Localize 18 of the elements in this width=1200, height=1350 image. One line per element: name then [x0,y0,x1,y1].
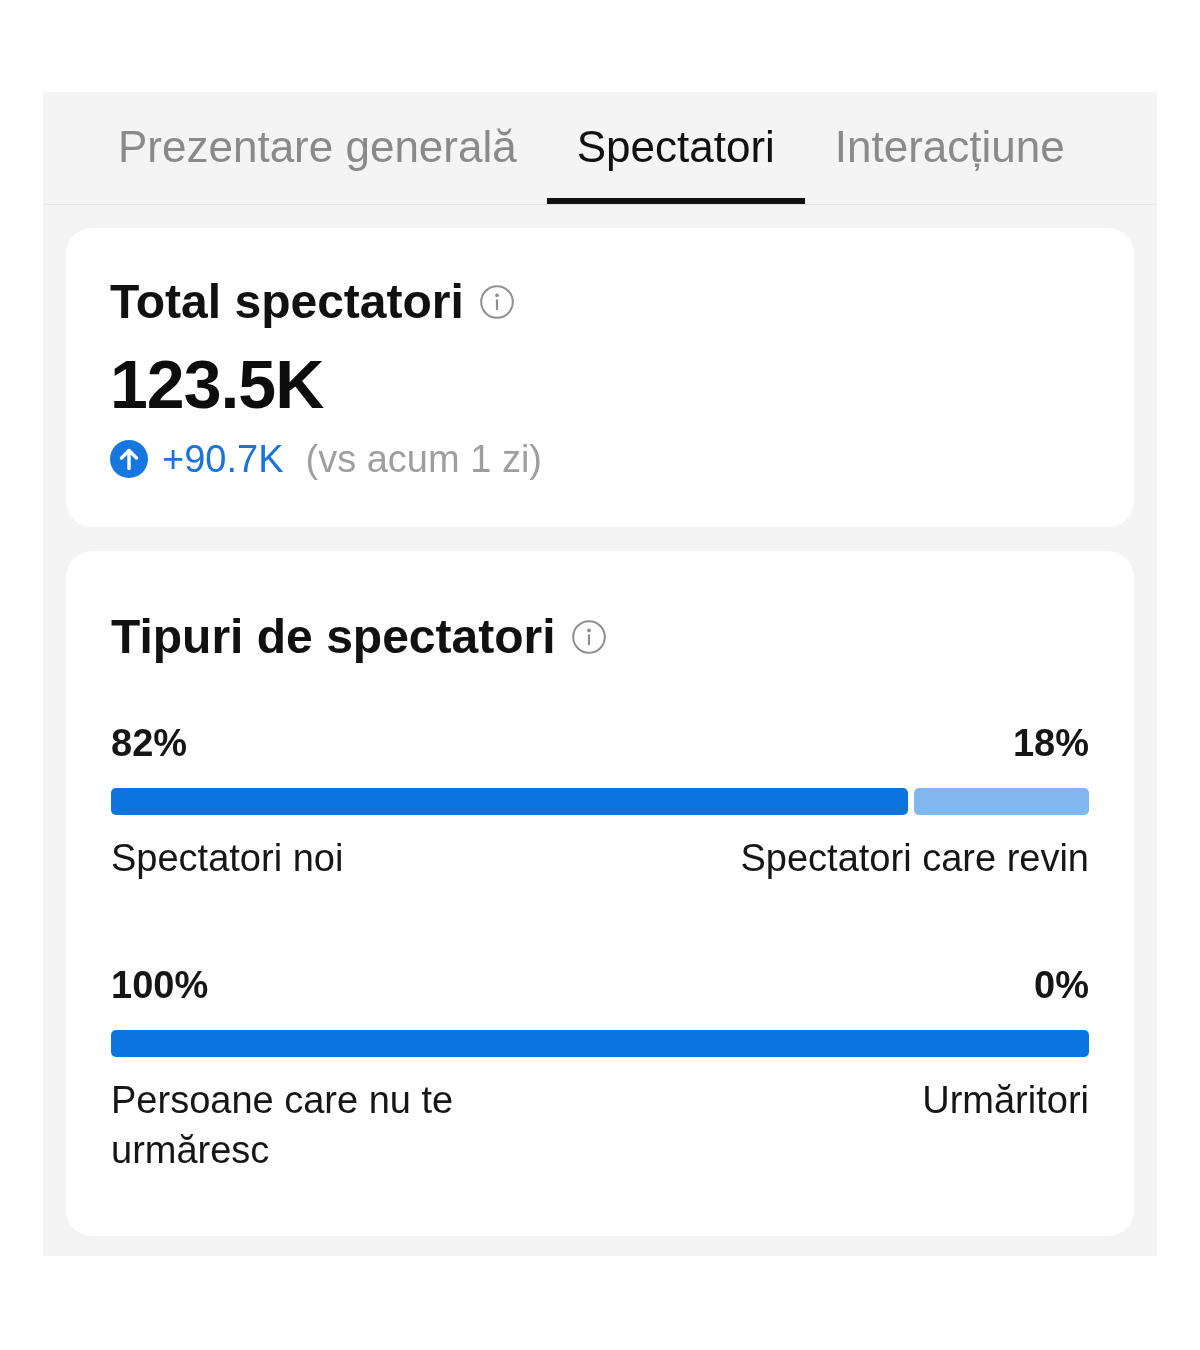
card-title: Tipuri de spectatori [111,609,556,665]
change-amount: +90.7K [162,437,284,481]
total-value: 123.5K [110,346,325,422]
bar-label: Spectatori noi [111,836,344,881]
tab[interactable]: Spectatori [546,92,805,204]
tab[interactable]: Prezentare generală [88,92,547,204]
info-icon[interactable] [571,620,606,654]
percentage-value: 82% [111,721,188,766]
card-title: Total spectatori [110,274,464,330]
bar-label: Spectatori care revin [740,836,1089,881]
bar-label: Urmăritori [922,1078,1089,1123]
bar-label: Persoane care nu te urmăresc [111,1078,455,1173]
info-icon[interactable] [479,285,514,319]
comparison-text: (vs acum 1 zi) [305,437,542,481]
tab[interactable]: Interacțiune [804,92,1095,204]
percentage-value: 18% [1012,721,1089,766]
percentage-value: 100% [111,963,209,1008]
percentage-value: 0% [1034,963,1089,1008]
